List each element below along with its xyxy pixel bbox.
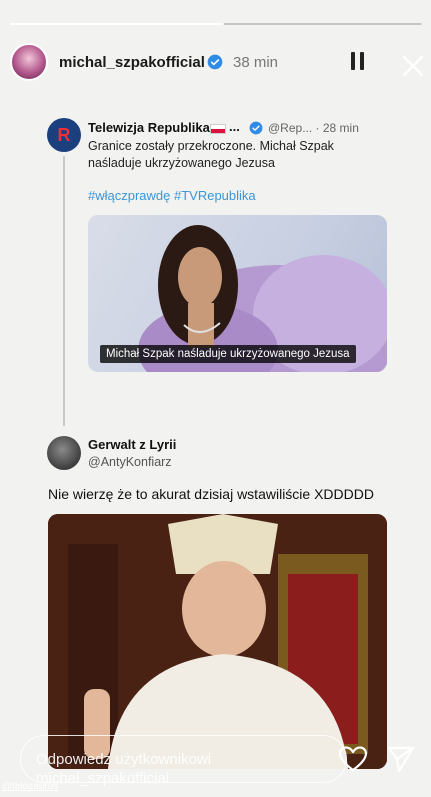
verified-badge-icon xyxy=(207,54,223,70)
reply-placeholder: Odpowiedz użytkownikowi michal_szpakoffi… xyxy=(36,751,212,787)
close-icon[interactable] xyxy=(399,52,427,80)
tweet1-text: Granice zostały przekroczone. Michał Szp… xyxy=(88,139,334,170)
profile-avatar[interactable] xyxy=(10,43,48,81)
story-progress-bar xyxy=(9,23,422,25)
tweet1-ellipsis: ... xyxy=(229,119,240,134)
tweet2-author: Gerwalt z Lyrii xyxy=(88,437,177,452)
watermark-credit: @telozaurus xyxy=(2,781,59,792)
tweet1-hashtags[interactable]: #włączprawdę #TVRepublika xyxy=(88,188,256,203)
story-username[interactable]: michal_szpakofficial xyxy=(59,54,205,71)
story-progress-fill xyxy=(9,23,224,25)
tweet2-avatar xyxy=(47,436,81,470)
tweet2-handle: @AntyKonfiarz xyxy=(88,455,172,469)
tweet1-author: Telewizja Republika xyxy=(88,120,210,135)
send-icon[interactable] xyxy=(386,745,416,773)
tweet1-handle: @Rep... · 28 min xyxy=(268,121,359,135)
verified-badge-icon xyxy=(249,121,263,135)
heart-icon[interactable] xyxy=(338,745,368,773)
tweet2-text: Nie wierzę że to akurat dzisiaj wstawili… xyxy=(48,486,374,502)
pause-icon[interactable] xyxy=(351,52,365,70)
tweet2-photo xyxy=(48,514,387,769)
pope-illustration xyxy=(48,514,387,769)
photo-caption: Michał Szpak naśladuje ukrzyżowanego Jez… xyxy=(100,345,356,363)
thread-line xyxy=(63,156,65,426)
poland-flag-icon xyxy=(210,124,226,134)
republika-logo: R xyxy=(47,118,81,152)
story-timestamp: 38 min xyxy=(233,54,279,71)
